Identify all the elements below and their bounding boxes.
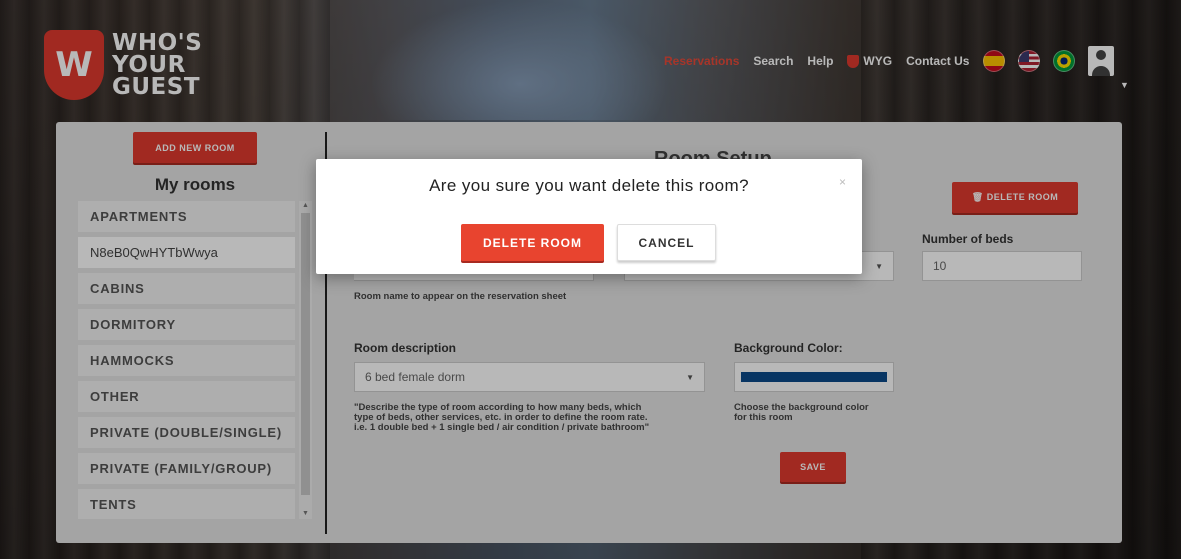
dialog-title: Are you sure you want delete this room? bbox=[429, 176, 749, 195]
confirm-delete-room-button[interactable]: DELETE ROOM bbox=[461, 224, 604, 261]
close-icon[interactable]: × bbox=[839, 175, 846, 189]
modal-backdrop[interactable] bbox=[0, 0, 1181, 559]
confirm-delete-dialog: Are you sure you want delete this room? … bbox=[316, 159, 862, 274]
cancel-button[interactable]: CANCEL bbox=[617, 224, 716, 261]
